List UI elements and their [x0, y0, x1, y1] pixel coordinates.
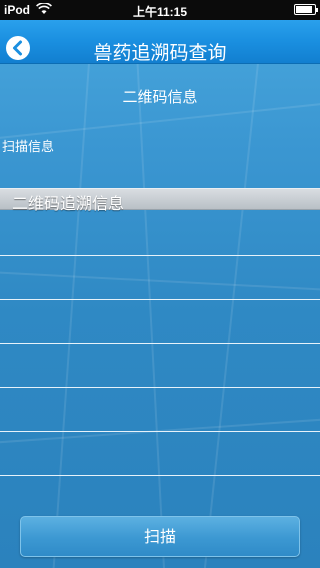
list-row-divider [0, 343, 320, 344]
background-streak [0, 270, 320, 292]
section-heading: 二维码信息 [122, 88, 198, 106]
background-streak [51, 60, 91, 568]
battery-fill [296, 6, 312, 13]
list-row-divider [0, 387, 320, 388]
scan-info-label: 扫描信息 [2, 140, 55, 155]
trace-info-header: 二维码追溯信息 [0, 188, 320, 213]
screen: iPod 上午11:15 兽药追溯码查询 二维码信息 扫描信息 二维码追溯信息 … [0, 0, 320, 568]
trace-info-title: 二维码追溯信息 [12, 194, 125, 213]
page-title: 兽药追溯码查询 [93, 42, 227, 64]
status-bar: iPod 上午11:15 [0, 0, 320, 20]
nav-bar: 兽药追溯码查询 [0, 20, 320, 64]
background-streak [0, 101, 320, 141]
background-streak [202, 61, 260, 568]
clock: 上午11:15 [132, 5, 188, 19]
list-row-divider [0, 431, 320, 432]
battery-icon [294, 4, 318, 15]
scan-button[interactable]: 扫描 [20, 516, 300, 557]
list-row-divider [0, 475, 320, 476]
background-streak [136, 60, 166, 568]
list-row-divider [0, 299, 320, 300]
list-row-divider [0, 255, 320, 256]
